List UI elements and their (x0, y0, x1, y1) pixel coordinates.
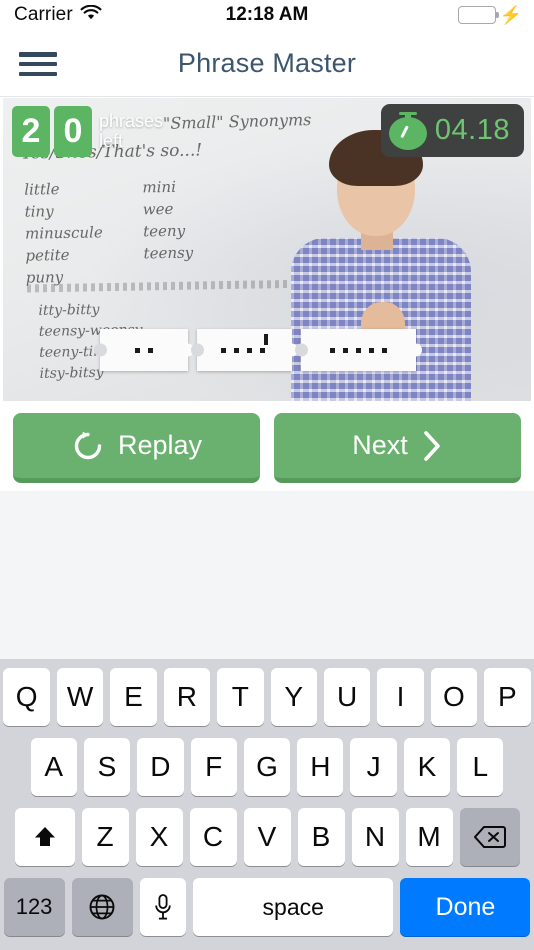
done-key[interactable]: Done (400, 878, 531, 936)
masked-char (135, 347, 140, 353)
key-k[interactable]: K (403, 738, 451, 796)
key-o[interactable]: O (430, 668, 478, 726)
key-e[interactable]: E (110, 668, 157, 726)
masked-char (356, 347, 361, 353)
status-bar-time: 12:18 AM (225, 4, 309, 25)
phrase-cards (100, 329, 416, 371)
key-n[interactable]: N (351, 808, 399, 866)
timer-value: 04.18 (434, 114, 510, 146)
key-b[interactable]: B (297, 808, 345, 866)
status-bar: Carrier 12:18 AM ⚡ (0, 0, 534, 30)
numbers-key[interactable]: 123 (3, 878, 65, 936)
globe-language-icon (88, 893, 116, 921)
battery-full-icon (457, 6, 499, 24)
masked-char (148, 347, 153, 353)
phrase-card-1[interactable] (100, 329, 188, 371)
key-y[interactable]: Y (270, 668, 317, 726)
key-m[interactable]: M (405, 808, 453, 866)
masked-char (369, 347, 374, 353)
key-v[interactable]: V (243, 808, 291, 866)
key-r[interactable]: R (163, 668, 211, 726)
whiteboard-column-2-text: mini wee teeny teensy (142, 177, 194, 263)
masked-char (343, 347, 348, 353)
whiteboard-column-1-text: little tiny minuscule petite puny (24, 180, 103, 287)
onscreen-keyboard: QWERTYUIOP ASDFGHJKL ZXCVBNM 123 space D… (0, 659, 534, 950)
masked-char (246, 347, 252, 353)
timer-badge: 04.18 (380, 104, 524, 157)
globe-key[interactable] (71, 878, 133, 936)
keyboard-row-2: ASDFGHJKL (0, 738, 534, 796)
microphone-icon (153, 893, 173, 921)
masked-char (259, 347, 265, 353)
replay-circular-arrow-icon (71, 429, 105, 463)
key-g[interactable]: G (243, 738, 291, 796)
app-screen: Carrier 12:18 AM ⚡ Phrase Master "Small"… (0, 0, 534, 950)
masked-char (233, 347, 239, 353)
key-a[interactable]: A (30, 738, 77, 796)
key-f[interactable]: F (190, 738, 237, 796)
key-x[interactable]: X (135, 808, 183, 866)
status-bar-right: ⚡ (457, 5, 522, 25)
key-z[interactable]: Z (81, 808, 129, 866)
next-button-label: Next (352, 430, 408, 460)
key-j[interactable]: J (350, 738, 397, 796)
content-spacer (0, 491, 534, 659)
dictation-key[interactable] (139, 878, 187, 936)
shift-key[interactable] (14, 808, 75, 866)
stopwatch-icon (388, 111, 427, 150)
lightning-bolt-icon: ⚡ (499, 5, 522, 25)
counter-digit-tens: 2 (12, 106, 50, 157)
key-i[interactable]: I (377, 668, 424, 726)
chevron-right-icon (421, 429, 443, 463)
masked-word-2 (220, 333, 269, 353)
key-p[interactable]: P (484, 668, 531, 726)
phrases-left-counter: 2 0 phrases left (12, 106, 173, 157)
counter-digit-ones: 0 (54, 106, 92, 157)
key-l[interactable]: L (457, 738, 504, 796)
key-d[interactable]: D (137, 738, 184, 796)
key-s[interactable]: S (83, 738, 131, 796)
replay-button[interactable]: Replay (13, 413, 260, 483)
key-u[interactable]: U (323, 668, 371, 726)
action-buttons: Replay Next (0, 413, 534, 491)
masked-char (220, 347, 226, 353)
counter-label: phrases left (99, 111, 164, 151)
navigation-bar: Phrase Master (0, 30, 534, 97)
masked-word-3 (330, 347, 387, 353)
keyboard-row-1: QWERTYUIOP (0, 668, 534, 726)
phrase-card-3[interactable] (301, 329, 416, 371)
keyboard-row-3: ZXCVBNM (0, 808, 534, 866)
key-c[interactable]: C (189, 808, 237, 866)
key-h[interactable]: H (297, 738, 344, 796)
video-player[interactable]: "Small" Synonyms Yes/Shes/That's so...! … (3, 98, 531, 401)
apostrophe-mark (263, 333, 268, 345)
shift-arrow-up-icon (32, 824, 58, 850)
backspace-key[interactable] (459, 808, 520, 866)
key-w[interactable]: W (56, 668, 104, 726)
keyboard-row-4: 123 space Done (0, 878, 534, 936)
backspace-delete-icon (473, 825, 506, 849)
masked-char (330, 347, 335, 353)
key-q[interactable]: Q (3, 668, 50, 726)
page-title: Phrase Master (177, 48, 357, 78)
next-button[interactable]: Next (274, 413, 521, 483)
masked-char (382, 347, 387, 353)
replay-button-label: Replay (117, 430, 203, 460)
masked-word-1 (135, 347, 153, 353)
key-t[interactable]: T (217, 668, 264, 726)
space-key[interactable]: space (193, 878, 394, 936)
phrase-card-2[interactable] (197, 329, 292, 371)
